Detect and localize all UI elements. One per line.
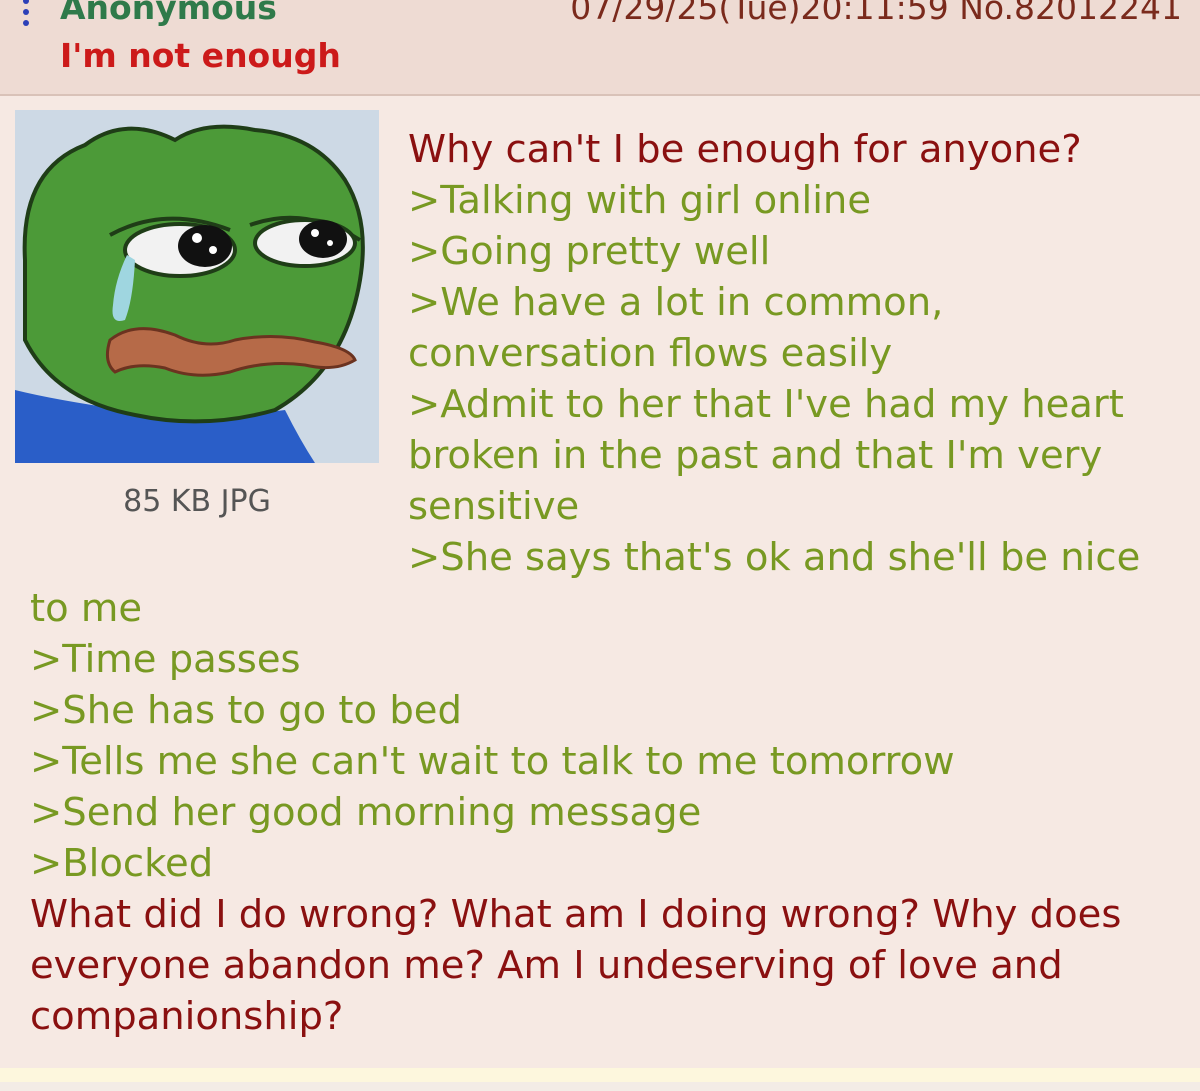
post-text-line: What did I do wrong? What am I doing wro… xyxy=(30,892,1122,1039)
greentext-line: >Send her good morning message xyxy=(30,790,702,835)
post-menu-icon[interactable] xyxy=(20,0,32,32)
post-body: Why can't I be enough for anyone? >Talkin… xyxy=(30,124,1190,1042)
bottom-divider xyxy=(0,1068,1200,1082)
greentext-line: >Time passes xyxy=(30,637,301,682)
greentext-line: >She has to go to bed xyxy=(30,688,462,733)
post-header: Anonymous I'm not enough 07/29/25(Tue)20… xyxy=(0,0,1200,96)
greentext-line: >She says that's ok and she'll be nice t… xyxy=(30,535,1141,631)
greentext-line: >Blocked xyxy=(30,841,214,886)
post-subject: I'm not enough xyxy=(60,36,341,75)
greentext-line: >Tells me she can't wait to talk to me t… xyxy=(30,739,955,784)
poster-name: Anonymous xyxy=(60,0,277,27)
post-datetime-number[interactable]: 07/29/25(Tue)20:11:59 No.82012241 xyxy=(570,0,1182,28)
thumbnail-spacer xyxy=(30,124,408,534)
bottom-divider-lower xyxy=(0,1082,1200,1091)
